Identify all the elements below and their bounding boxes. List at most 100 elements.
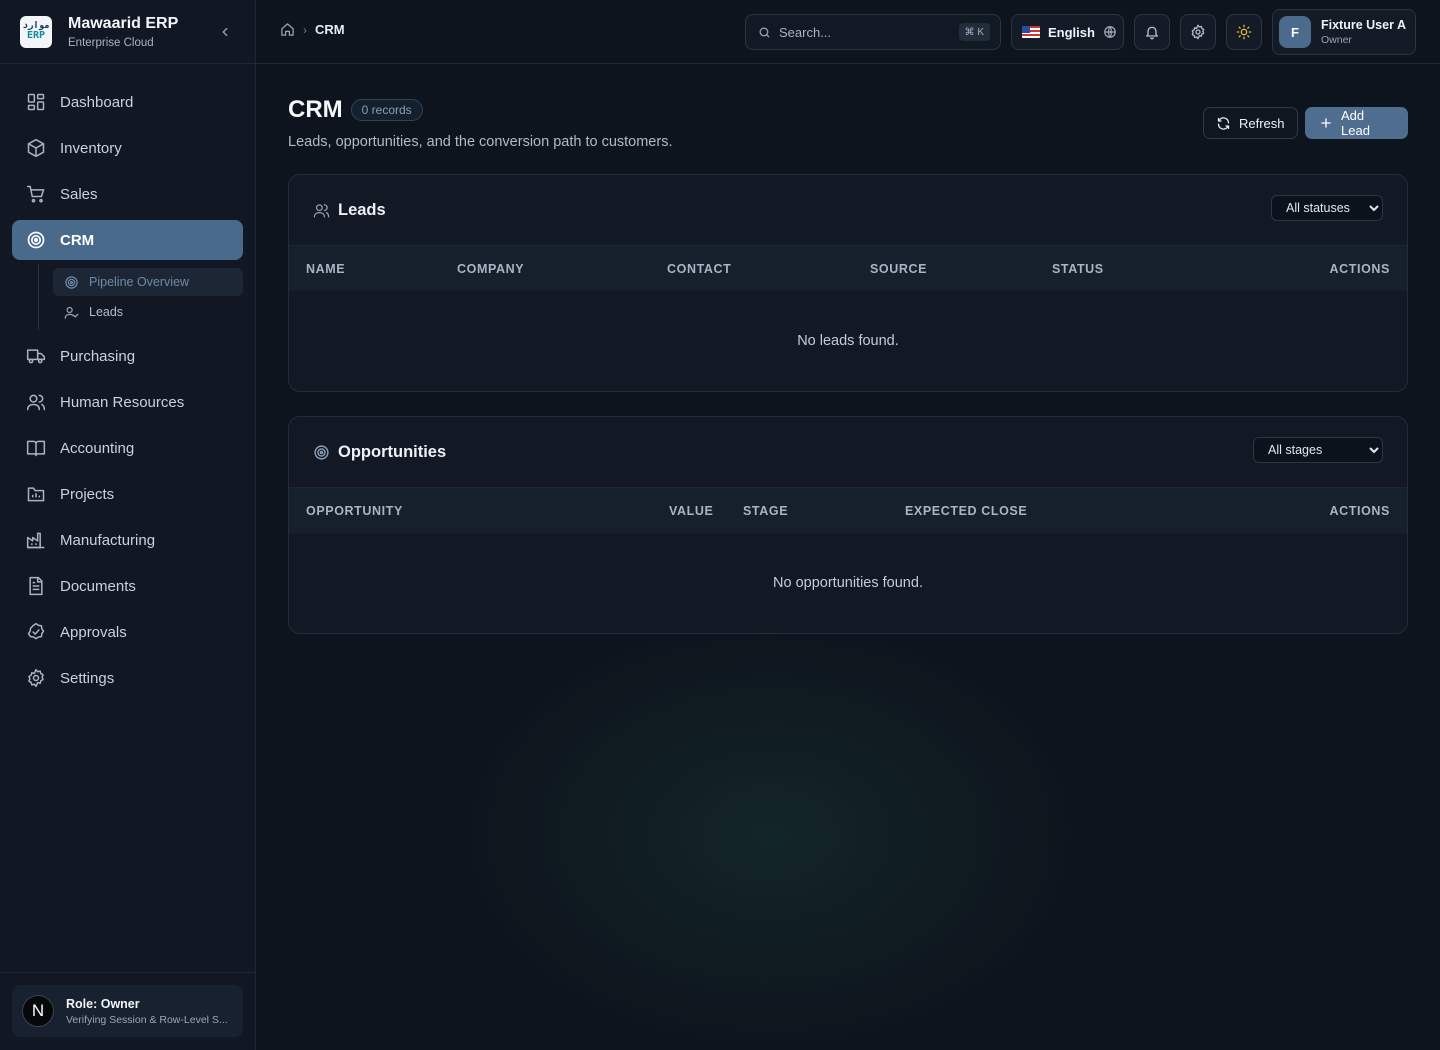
sidebar-item-approvals[interactable]: Approvals [12, 612, 243, 652]
lead-status-filter[interactable]: All statuses [1271, 195, 1383, 221]
sidebar: موارد ERP Mawaarid ERP Enterprise Cloud … [0, 0, 256, 1050]
opportunity-stage-filter[interactable]: All stages [1253, 437, 1383, 463]
sidebar-footer: N Role: Owner Verifying Session & Row-Le… [0, 972, 255, 1050]
search-box[interactable]: ⌘ K [745, 14, 1001, 50]
sidebar-item-label: Inventory [60, 139, 122, 157]
subnav-item-pipeline-overview[interactable]: Pipeline Overview [53, 268, 243, 296]
sidebar-item-label: Manufacturing [60, 531, 156, 549]
sidebar-item-label: Projects [60, 485, 115, 503]
sidebar-item-label: Purchasing [60, 347, 136, 365]
sidebar-item-inventory[interactable]: Inventory [12, 128, 243, 168]
search-input[interactable] [779, 24, 939, 40]
record-count-badge: 0 records [350, 99, 423, 121]
grid-icon [26, 92, 46, 112]
sidebar-item-label: CRM [60, 231, 95, 249]
breadcrumb-current: CRM [315, 22, 345, 37]
column-header-source: SOURCE [870, 261, 928, 276]
sidebar-item-sales[interactable]: Sales [12, 174, 243, 214]
theme-toggle-button[interactable] [1226, 14, 1262, 50]
refresh-button[interactable]: Refresh [1203, 107, 1298, 139]
crm-subnav: Pipeline Overview Leads [38, 264, 243, 330]
avatar: N [22, 995, 54, 1027]
language-selector[interactable]: English [1011, 14, 1124, 50]
background-glow [460, 620, 1080, 1050]
sun-icon [1236, 24, 1252, 40]
sidebar-item-label: Accounting [60, 439, 135, 457]
subnav-item-label: Pipeline Overview [89, 275, 190, 289]
sidebar-item-label: Human Resources [60, 393, 185, 411]
logo-latin: ERP [26, 30, 46, 41]
language-label: English [1048, 24, 1095, 40]
column-header-status: STATUS [1052, 261, 1104, 276]
sidebar-item-dashboard[interactable]: Dashboard [12, 82, 243, 122]
leads-empty-state: No leads found. [797, 333, 899, 349]
brand-logo: موارد ERP [20, 15, 52, 48]
role-title: Role: Owner [66, 996, 140, 1011]
column-header-actions: ACTIONS [1329, 261, 1390, 276]
users-icon [26, 392, 46, 412]
column-header-expected-close: EXPECTED CLOSE [905, 503, 1028, 518]
chevron-right-icon: › [303, 22, 307, 37]
document-icon [26, 576, 46, 596]
sidebar-item-label: Documents [60, 577, 136, 595]
leads-title: Leads [338, 200, 386, 219]
sidebar-item-projects[interactable]: Projects [12, 474, 243, 514]
leads-table-header: NAME COMPANY CONTACT SOURCE STATUS ACTIO… [289, 245, 1407, 291]
opportunities-empty-state: No opportunities found. [773, 575, 923, 591]
column-header-value: VALUE [669, 503, 714, 518]
subnav-item-leads[interactable]: Leads [53, 298, 243, 326]
check-badge-icon [26, 622, 46, 642]
sidebar-item-purchasing[interactable]: Purchasing [12, 336, 243, 376]
brand-name: Mawaarid ERP [68, 14, 179, 32]
plus-icon [1319, 116, 1333, 130]
column-header-stage: STAGE [743, 503, 789, 518]
folder-icon [26, 484, 46, 504]
sidebar-item-label: Settings [60, 669, 115, 687]
brand-subtitle: Enterprise Cloud [68, 36, 154, 49]
user-menu[interactable]: F Fixture User A Owner [1272, 9, 1416, 55]
cart-icon [26, 184, 46, 204]
column-header-opportunity: OPPORTUNITY [306, 503, 403, 518]
sidebar-item-label: Approvals [60, 623, 127, 641]
sidebar-item-crm[interactable]: CRM [12, 220, 243, 260]
home-icon[interactable] [280, 22, 295, 37]
globe-icon [1103, 25, 1117, 39]
avatar: F [1279, 16, 1311, 48]
users-icon [313, 202, 330, 219]
refresh-icon [1216, 116, 1231, 131]
user-name: Fixture User A [1321, 18, 1406, 32]
bell-icon [1146, 26, 1158, 40]
target-icon [26, 230, 46, 250]
sidebar-item-documents[interactable]: Documents [12, 566, 243, 606]
chevron-left-icon [222, 27, 228, 37]
sidebar-item-label: Dashboard [60, 93, 134, 111]
add-lead-button[interactable]: Add Lead [1305, 107, 1408, 139]
page-header: CRM 0 records Leads, opportunities, and … [288, 96, 1408, 166]
column-header-contact: CONTACT [667, 261, 732, 276]
us-flag-icon [1022, 26, 1040, 38]
brand-header: موارد ERP Mawaarid ERP Enterprise Cloud [0, 0, 255, 64]
opportunities-title: Opportunities [338, 442, 447, 461]
settings-button[interactable] [1180, 14, 1216, 50]
sidebar-item-settings[interactable]: Settings [12, 658, 243, 698]
main-nav: Dashboard Inventory Sales CRM Pipeline O… [0, 64, 255, 698]
truck-icon [26, 346, 46, 366]
breadcrumb: › CRM [280, 22, 345, 37]
sidebar-item-human-resources[interactable]: Human Resources [12, 382, 243, 422]
box-icon [26, 138, 46, 158]
leads-card: Leads All statuses NAME COMPANY CONTACT … [288, 174, 1408, 392]
sidebar-item-manufacturing[interactable]: Manufacturing [12, 520, 243, 560]
factory-icon [26, 530, 46, 550]
notifications-button[interactable] [1134, 14, 1170, 50]
page-title: CRM [288, 96, 343, 123]
book-icon [26, 438, 46, 458]
target-icon [313, 444, 330, 461]
subnav-item-label: Leads [89, 305, 124, 319]
role-card[interactable]: N Role: Owner Verifying Session & Row-Le… [12, 985, 243, 1037]
column-header-name: NAME [306, 261, 346, 276]
target-icon [63, 274, 79, 290]
search-icon [758, 26, 771, 39]
role-detail: Verifying Session & Row-Level S... [66, 1013, 228, 1026]
collapse-sidebar-button[interactable] [215, 22, 235, 42]
sidebar-item-accounting[interactable]: Accounting [12, 428, 243, 468]
